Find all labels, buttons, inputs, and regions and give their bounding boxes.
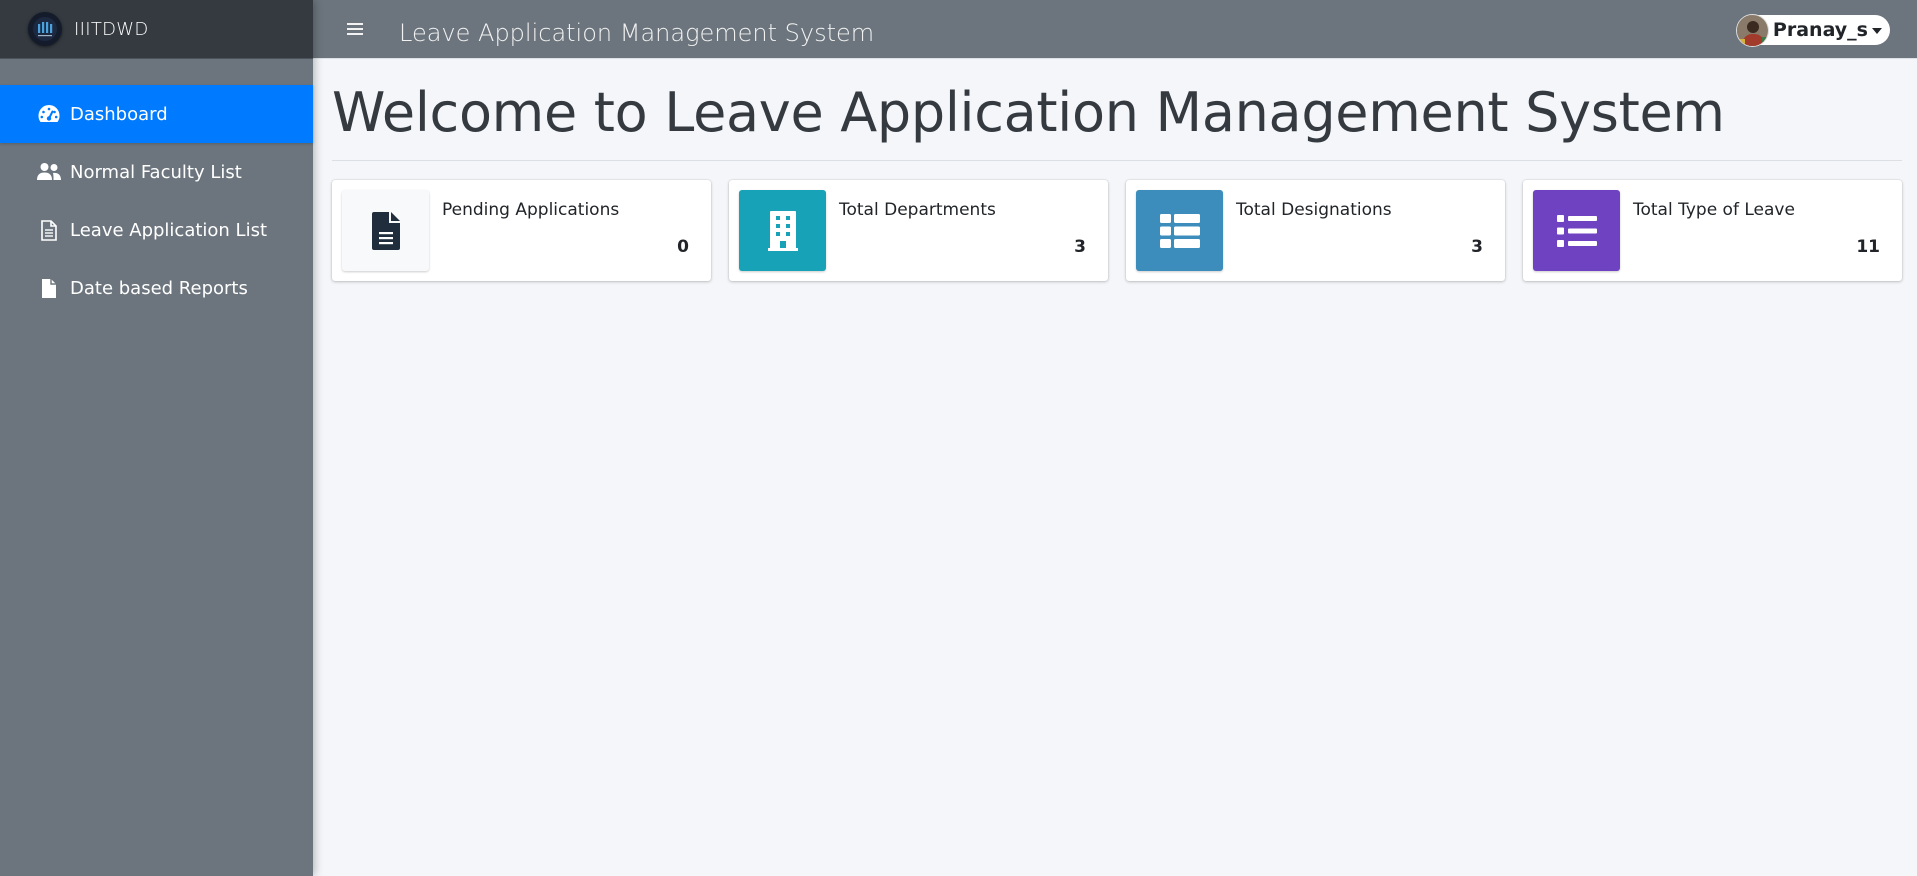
sidebar: IIITDWD Dashboard Normal Faculty List Le… bbox=[0, 0, 313, 876]
info-box-value: 3 bbox=[1471, 237, 1483, 257]
info-box-total-departments: Total Departments 3 bbox=[729, 180, 1108, 281]
info-box-icon bbox=[342, 190, 429, 271]
file-text-icon bbox=[36, 217, 62, 243]
info-box-icon bbox=[1533, 190, 1620, 271]
sidebar-item-leave-application-list[interactable]: Leave Application List bbox=[0, 201, 313, 259]
sidebar-item-label: Date based Reports bbox=[70, 277, 248, 299]
user-name: Pranay_s bbox=[1772, 19, 1868, 41]
brand-link[interactable]: IIITDWD bbox=[0, 0, 313, 59]
info-box-value: 11 bbox=[1856, 237, 1880, 257]
sidebar-item-label: Dashboard bbox=[70, 103, 168, 125]
sidebar-item-dashboard[interactable]: Dashboard bbox=[0, 85, 313, 143]
user-menu-dropdown[interactable]: Pranay_s bbox=[1735, 13, 1890, 47]
file-icon bbox=[36, 275, 62, 301]
sidebar-item-label: Leave Application List bbox=[70, 219, 268, 241]
sidebar-item-date-based-reports[interactable]: Date based Reports bbox=[0, 259, 313, 317]
brand-logo-icon bbox=[28, 12, 62, 46]
info-box-total-type-of-leave: Total Type of Leave 11 bbox=[1523, 180, 1902, 281]
file-alt-icon bbox=[371, 211, 400, 250]
list-icon bbox=[1556, 214, 1597, 247]
info-box-total-designations: Total Designations 3 bbox=[1126, 180, 1505, 281]
caret-down-icon bbox=[1872, 28, 1882, 34]
sidebar-item-label: Normal Faculty List bbox=[70, 161, 242, 183]
info-box-label: Pending Applications bbox=[442, 200, 620, 220]
divider bbox=[332, 160, 1902, 161]
top-navbar: Leave Application Management System Pran… bbox=[313, 0, 1917, 59]
sidebar-item-normal-faculty-list[interactable]: Normal Faculty List bbox=[0, 143, 313, 201]
menu-toggle-button[interactable] bbox=[337, 11, 373, 47]
info-box-label: Total Type of Leave bbox=[1633, 200, 1795, 220]
hamburger-icon bbox=[347, 23, 363, 35]
info-box-label: Total Designations bbox=[1236, 200, 1392, 220]
page-title: Welcome to Leave Application Management … bbox=[332, 81, 1725, 144]
info-box-icon bbox=[739, 190, 826, 271]
brand-name: IIITDWD bbox=[74, 18, 149, 40]
app-title: Leave Application Management System bbox=[399, 19, 875, 47]
main-content: Welcome to Leave Application Management … bbox=[313, 59, 1917, 876]
info-box-icon bbox=[1136, 190, 1223, 271]
info-box-label: Total Departments bbox=[839, 200, 996, 220]
tachometer-icon bbox=[36, 101, 62, 127]
info-box-pending-applications: Pending Applications 0 bbox=[332, 180, 711, 281]
users-icon bbox=[36, 159, 62, 185]
sidebar-nav: Dashboard Normal Faculty List Leave Appl… bbox=[0, 85, 313, 317]
info-box-value: 0 bbox=[677, 237, 689, 257]
info-box-value: 3 bbox=[1074, 237, 1086, 257]
building-icon bbox=[767, 210, 798, 251]
table-icon bbox=[1159, 213, 1200, 248]
avatar bbox=[1735, 13, 1769, 47]
